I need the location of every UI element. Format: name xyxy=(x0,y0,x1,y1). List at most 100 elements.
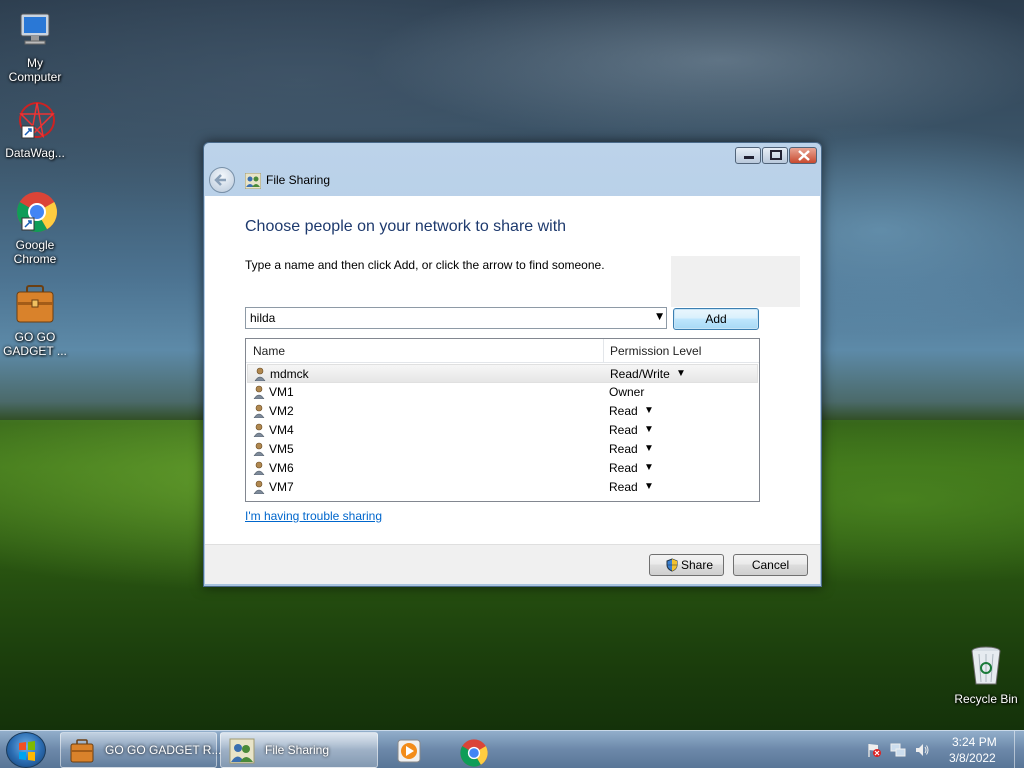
system-tray: 3:24 PM 3/8/2022 xyxy=(860,731,1024,768)
desktop-icon-label: Recycle Bin xyxy=(954,692,1018,706)
computer-icon xyxy=(13,8,57,52)
minimize-button[interactable] xyxy=(735,147,761,164)
desktop-icon-my-computer[interactable]: My Computer xyxy=(0,8,70,84)
window-content: Choose people on your network to share w… xyxy=(205,196,820,544)
desktop-icon-label: DataWag... xyxy=(5,146,65,160)
taskbar-pinned-media-player[interactable] xyxy=(382,732,434,768)
desktop-icon-label: My Computer xyxy=(8,56,62,84)
windows-logo-icon xyxy=(19,741,35,761)
user-row[interactable]: VM7 Read ▼ xyxy=(247,478,758,497)
instructions-text: Type a name and then click Add, or click… xyxy=(245,258,605,272)
desktop-icon-label: GO GO GADGET ... xyxy=(3,330,67,358)
network-icon[interactable] xyxy=(890,742,906,761)
user-row[interactable]: VM6 Read ▼ xyxy=(247,459,758,478)
user-name: VM5 xyxy=(269,442,294,456)
briefcase-icon xyxy=(69,738,95,764)
permission-dropdown-icon[interactable]: ▼ xyxy=(644,443,654,454)
column-divider[interactable] xyxy=(603,339,604,363)
taskbar-item-label: GO GO GADGET R... xyxy=(105,743,222,757)
close-icon xyxy=(798,150,810,161)
shield-icon xyxy=(666,558,678,572)
permission-level[interactable]: Read xyxy=(609,404,638,418)
share-button[interactable]: Share xyxy=(649,554,724,576)
users-list: Name Permission Level mdmck Read/Write ▼ VM… xyxy=(245,338,760,502)
trouble-sharing-link[interactable]: I'm having trouble sharing xyxy=(245,509,382,523)
show-desktop-button[interactable] xyxy=(1014,731,1024,768)
permission-dropdown-icon[interactable]: ▼ xyxy=(644,481,654,492)
user-name: mdmck xyxy=(270,367,309,381)
maximize-icon xyxy=(770,150,782,160)
maximize-button[interactable] xyxy=(762,147,788,164)
users-icon xyxy=(229,738,255,764)
desktop-icon-datawag[interactable]: DataWag... xyxy=(0,98,70,160)
user-name: VM1 xyxy=(269,385,294,399)
user-icon xyxy=(253,461,265,476)
desktop-icon-recycle-bin[interactable]: Recycle Bin xyxy=(950,644,1022,706)
permission-dropdown-icon[interactable]: ▼ xyxy=(644,462,654,473)
users-icon xyxy=(244,172,262,190)
window-title: File Sharing xyxy=(266,173,331,187)
permission-level[interactable]: Read/Write xyxy=(610,367,670,381)
desktop-icon-label: Google Chrome xyxy=(13,238,57,266)
chrome-icon xyxy=(459,738,488,767)
user-row[interactable]: VM5 Read ▼ xyxy=(247,440,758,459)
recycle-bin-icon xyxy=(964,644,1008,688)
clock-time[interactable]: 3:24 PM xyxy=(952,735,997,749)
permission-level[interactable]: Read xyxy=(609,423,638,437)
placeholder-panel xyxy=(671,256,800,307)
user-icon xyxy=(253,480,265,495)
column-header-permission[interactable]: Permission Level xyxy=(610,344,701,358)
user-row[interactable]: VM4 Read ▼ xyxy=(247,421,758,440)
cancel-button[interactable]: Cancel xyxy=(733,554,808,576)
user-icon xyxy=(253,423,265,438)
media-player-icon xyxy=(396,738,422,764)
desktop-icon-google-chrome[interactable]: Google Chrome xyxy=(0,190,70,266)
share-button-label: Share xyxy=(681,558,714,572)
taskbar-item-file-sharing[interactable]: File Sharing xyxy=(220,732,378,768)
user-icon xyxy=(253,404,265,419)
permission-dropdown-icon[interactable]: ▼ xyxy=(644,424,654,435)
permission-level[interactable]: Read xyxy=(609,480,638,494)
user-row[interactable]: mdmck Read/Write ▼ xyxy=(247,364,758,383)
back-button[interactable] xyxy=(209,167,235,193)
add-button[interactable]: Add xyxy=(673,308,759,330)
taskbar-item-go-go-gadget[interactable]: GO GO GADGET R... xyxy=(60,732,221,768)
minimize-icon xyxy=(744,156,754,159)
taskbar-pinned-chrome[interactable] xyxy=(446,732,500,768)
user-icon xyxy=(254,367,266,382)
column-header-name[interactable]: Name xyxy=(253,344,285,358)
user-icon xyxy=(253,385,265,400)
file-sharing-window: File Sharing Choose people on your netwo… xyxy=(203,142,822,587)
list-header: Name Permission Level xyxy=(246,339,759,363)
user-name: VM4 xyxy=(269,423,294,437)
back-arrow-icon xyxy=(214,174,226,186)
name-input[interactable] xyxy=(250,310,645,326)
dialog-footer: Share Cancel xyxy=(205,544,820,584)
clock-date[interactable]: 3/8/2022 xyxy=(949,751,996,765)
permission-level[interactable]: Read xyxy=(609,442,638,456)
name-combobox[interactable]: ▼ xyxy=(245,307,667,329)
window-titlebar[interactable]: File Sharing xyxy=(204,143,821,195)
permission-dropdown-icon[interactable]: ▼ xyxy=(644,405,654,416)
taskbar: GO GO GADGET R... File Sharing 3:24 PM 3… xyxy=(0,730,1024,768)
taskbar-item-label: File Sharing xyxy=(265,743,330,757)
dropdown-arrow-icon[interactable]: ▼ xyxy=(656,312,663,322)
close-button[interactable] xyxy=(789,147,817,164)
user-row[interactable]: VM2 Read ▼ xyxy=(247,402,758,421)
desktop-icon-go-go-gadget[interactable]: GO GO GADGET ... xyxy=(0,282,70,358)
user-row[interactable]: VM1 Owner xyxy=(247,383,758,402)
dialog-heading: Choose people on your network to share w… xyxy=(245,218,567,235)
user-name: VM6 xyxy=(269,461,294,475)
datawag-icon xyxy=(13,98,57,142)
volume-icon[interactable] xyxy=(914,742,930,761)
user-name: VM7 xyxy=(269,480,294,494)
permission-level[interactable]: Read xyxy=(609,461,638,475)
chrome-icon xyxy=(13,190,57,234)
permission-dropdown-icon[interactable]: ▼ xyxy=(676,368,686,379)
user-name: VM2 xyxy=(269,404,294,418)
action-center-flag-icon[interactable] xyxy=(866,742,882,761)
permission-level: Owner xyxy=(609,385,645,399)
start-button[interactable] xyxy=(6,732,46,768)
user-icon xyxy=(253,442,265,457)
briefcase-icon xyxy=(13,282,57,326)
